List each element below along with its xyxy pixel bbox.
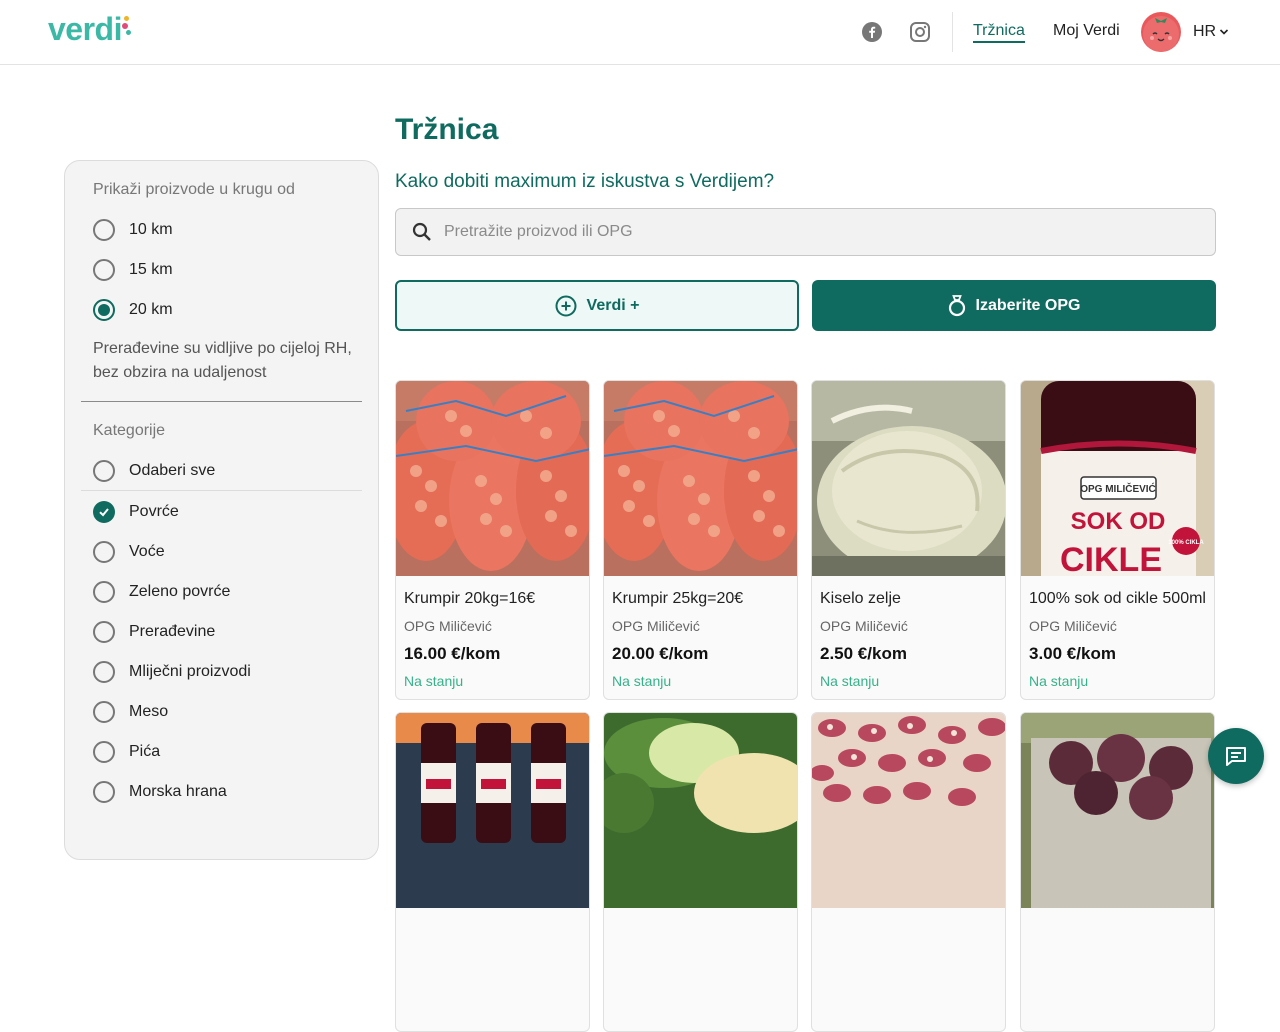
facebook-icon[interactable] <box>860 20 884 44</box>
nav-moj-verdi[interactable]: Moj Verdi <box>1053 22 1120 40</box>
verdi-logo[interactable]: verdi <box>48 12 132 46</box>
product-card[interactable] <box>603 712 798 1032</box>
chat-icon <box>1226 747 1246 766</box>
radio-icon <box>93 701 115 723</box>
sauerkraut-image <box>812 381 1005 576</box>
search-bar <box>395 208 1216 256</box>
stock-status: Na stanju <box>820 673 880 689</box>
product-card[interactable] <box>811 712 1006 1032</box>
logo-dots-icon <box>121 16 132 46</box>
chat-button[interactable] <box>1208 728 1264 784</box>
header-divider <box>952 12 953 52</box>
product-name: Krumpir 20kg=16€ <box>404 590 536 607</box>
top-header: verdi Tržnica Moj Verdi HR <box>0 0 1280 65</box>
radio-icon <box>93 621 115 643</box>
category-option-morska-hrana[interactable]: Morska hrana <box>93 780 227 804</box>
product-name: 100% sok od cikle 500ml <box>1029 590 1206 607</box>
category-option-meso[interactable]: Meso <box>93 700 168 724</box>
beetroot-image <box>1021 713 1214 908</box>
radio-selected-icon <box>93 299 115 321</box>
chevron-down-icon <box>1220 29 1229 35</box>
search-input[interactable] <box>444 223 1184 241</box>
product-card[interactable]: Krumpir 20kg=16€ OPG Miličević 16.00 €/k… <box>395 380 590 700</box>
stock-status: Na stanju <box>612 673 672 689</box>
product-card[interactable]: OPG MILIČEVIĆ SOK OD CIKLE 100% CIKLA 10… <box>1020 380 1215 700</box>
category-option-all[interactable]: Odaberi sve <box>93 459 215 483</box>
radio-icon <box>93 741 115 763</box>
beans-image <box>812 713 1005 908</box>
add-circle-icon <box>555 295 577 316</box>
label-brand: OPG MILIČEVIĆ <box>1080 482 1156 495</box>
avatar[interactable] <box>1141 12 1181 52</box>
language-selector[interactable]: HR <box>1193 23 1229 41</box>
ring-icon <box>948 294 965 316</box>
product-card[interactable]: Kiselo zelje OPG Miličević 2.50 €/kom Na… <box>811 380 1006 700</box>
category-option-zeleno-povrce[interactable]: Zeleno povrće <box>93 580 230 604</box>
radio-icon <box>93 541 115 563</box>
radio-icon <box>93 460 115 482</box>
product-opg: OPG Miličević <box>404 618 492 634</box>
product-price: 20.00 €/kom <box>612 644 709 663</box>
page-title: Tržnica <box>395 113 499 146</box>
distance-option-20km[interactable]: 20 km <box>93 298 173 322</box>
distance-option-10km[interactable]: 10 km <box>93 218 173 242</box>
product-opg: OPG Miličević <box>820 618 908 634</box>
product-price: 3.00 €/kom <box>1029 644 1116 663</box>
category-option-povrce[interactable]: Povrće <box>93 500 179 524</box>
product-card[interactable] <box>395 712 590 1032</box>
stock-status: Na stanju <box>404 673 464 689</box>
radio-icon <box>93 581 115 603</box>
sidebar-divider <box>81 401 362 402</box>
category-option-mlijecni[interactable]: Mliječni proizvodi <box>93 660 251 684</box>
product-card[interactable] <box>1020 712 1215 1032</box>
choose-opg-button[interactable]: Izaberite OPG <box>812 280 1216 331</box>
check-circle-icon <box>93 501 115 523</box>
radio-icon <box>93 259 115 281</box>
beet-juice-bottle-image: OPG MILIČEVIĆ SOK OD CIKLE 100% CIKLA <box>1021 381 1214 576</box>
product-opg: OPG Miličević <box>612 618 700 634</box>
squash-image <box>604 713 797 908</box>
distance-label: Prikaži proizvode u krugu od <box>93 181 295 198</box>
verdi-plus-button[interactable]: Verdi + <box>395 280 799 331</box>
radio-icon <box>93 661 115 683</box>
potato-sacks-image <box>396 381 589 576</box>
juice-bottles-image <box>396 713 589 908</box>
categories-label: Kategorije <box>93 422 166 439</box>
potato-sacks-image <box>604 381 797 576</box>
label-line1: SOK OD <box>1071 508 1166 535</box>
nav-trznica[interactable]: Tržnica <box>973 22 1025 43</box>
help-link[interactable]: Kako dobiti maximum iz iskustva s Verdij… <box>395 171 774 193</box>
tomato-avatar-icon <box>1143 16 1179 52</box>
filter-sidebar: Prikaži proizvode u krugu od 10 km 15 km… <box>64 160 379 860</box>
radio-icon <box>93 219 115 241</box>
product-price: 2.50 €/kom <box>820 644 907 663</box>
label-line2: CIKLE <box>1060 541 1162 576</box>
product-card[interactable]: Krumpir 25kg=20€ OPG Miličević 20.00 €/k… <box>603 380 798 700</box>
label-badge: 100% CIKLA <box>1168 540 1204 546</box>
category-option-preradjevine[interactable]: Prerađevine <box>93 620 215 644</box>
product-opg: OPG Miličević <box>1029 618 1117 634</box>
category-divider <box>81 490 362 491</box>
search-icon <box>410 220 434 244</box>
stock-status: Na stanju <box>1029 673 1089 689</box>
distance-option-15km[interactable]: 15 km <box>93 258 173 282</box>
instagram-icon[interactable] <box>908 20 932 44</box>
processed-goods-note: Prerađevine su vidljive po cijeloj RH, b… <box>93 340 352 381</box>
product-name: Kiselo zelje <box>820 590 901 607</box>
category-option-pica[interactable]: Pića <box>93 740 160 764</box>
product-name: Krumpir 25kg=20€ <box>612 590 744 607</box>
product-price: 16.00 €/kom <box>404 644 501 663</box>
category-option-voce[interactable]: Voće <box>93 540 165 564</box>
